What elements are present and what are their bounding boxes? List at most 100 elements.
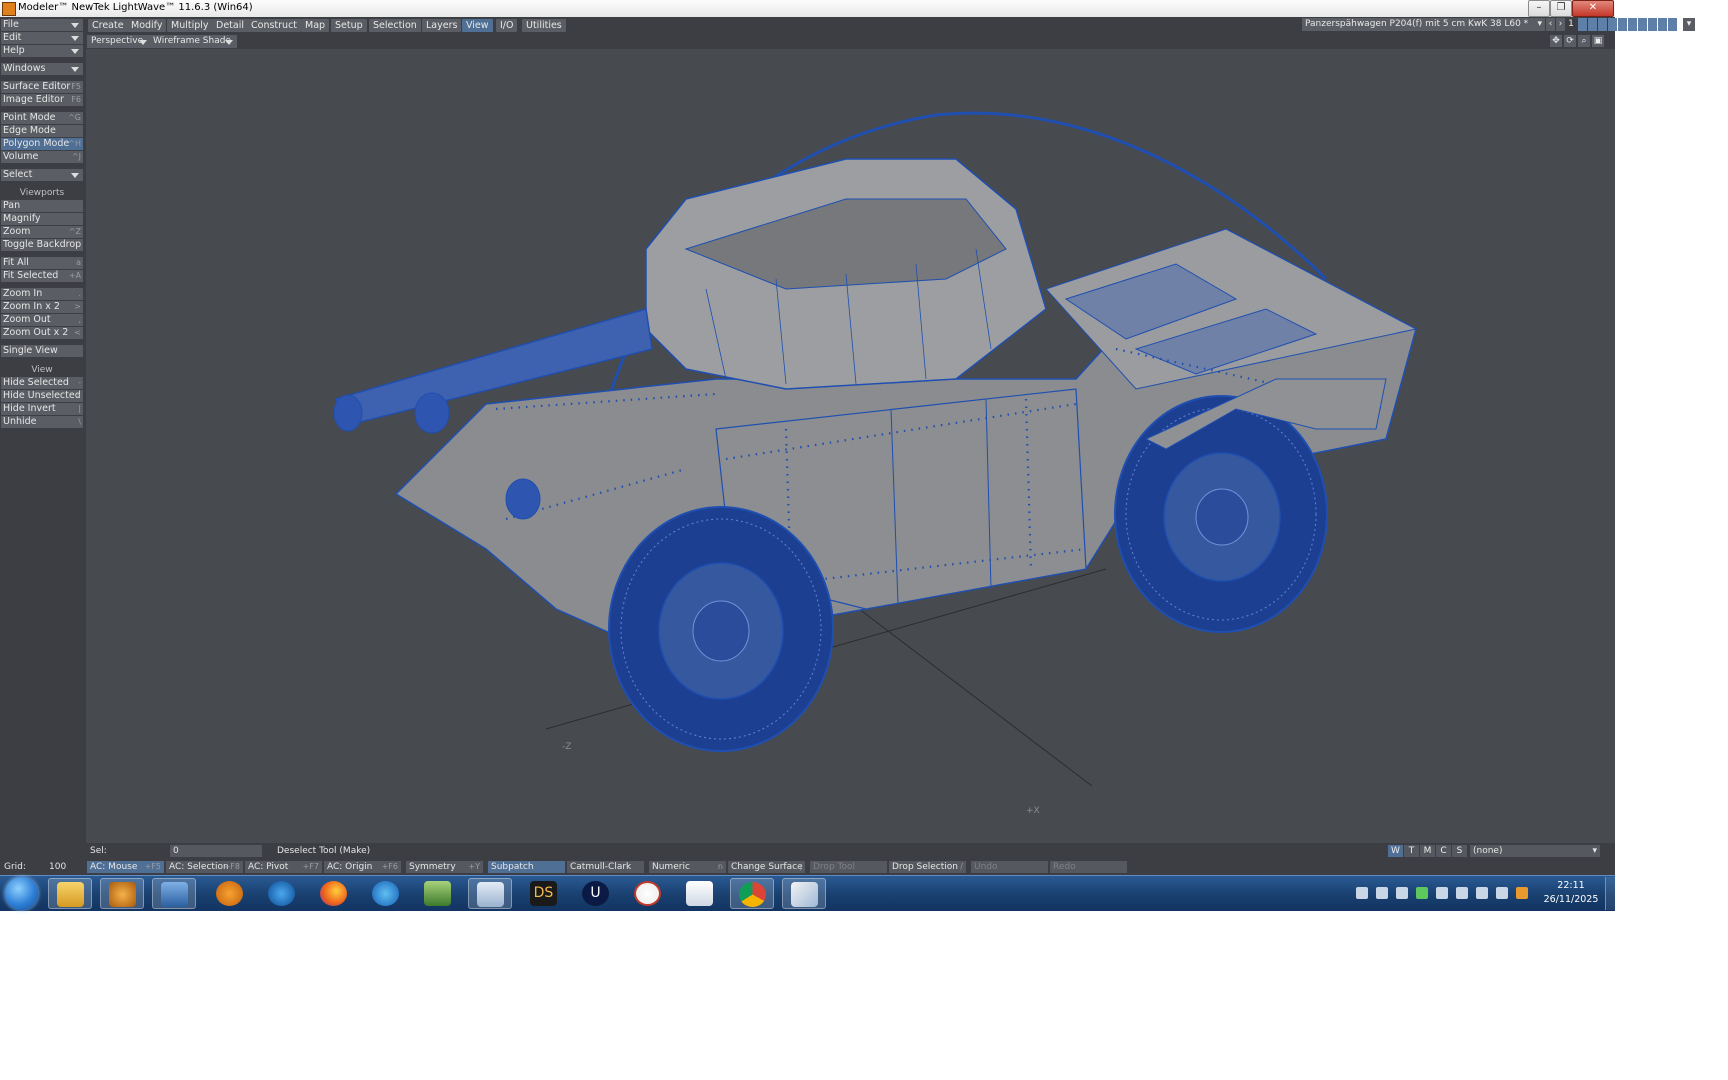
layer-prev-icon[interactable]: ‹ bbox=[1546, 18, 1555, 31]
zoom-view-icon[interactable]: ⌕ bbox=[1578, 35, 1590, 47]
taskbar-u-app[interactable]: U bbox=[574, 878, 618, 909]
help-menu[interactable]: Help bbox=[1, 45, 83, 57]
layer-menu-icon[interactable]: ▾ bbox=[1683, 18, 1695, 31]
file-menu[interactable]: File bbox=[1, 19, 83, 31]
network-status-icon[interactable] bbox=[1476, 887, 1488, 899]
rotate-view-icon[interactable]: ⟳ bbox=[1564, 35, 1576, 47]
taskbar-clock[interactable]: 22:11 26/11/2025 bbox=[1536, 879, 1606, 907]
undo-button[interactable]: Undo bbox=[971, 861, 1048, 873]
object-name-dropdown[interactable]: Panzerspähwagen P204(f) mit 5 cm KwK 38 … bbox=[1302, 18, 1545, 31]
tab-map[interactable]: Map bbox=[301, 19, 330, 32]
layer-next-icon[interactable]: › bbox=[1556, 18, 1565, 31]
layer-slot[interactable] bbox=[1628, 18, 1637, 31]
single-view-button[interactable]: Single View bbox=[1, 345, 83, 357]
layer-slot[interactable] bbox=[1598, 18, 1607, 31]
select-menu[interactable]: Select bbox=[1, 169, 83, 181]
taskbar-daz-bridge[interactable] bbox=[260, 878, 304, 909]
taskbar-blender[interactable] bbox=[208, 878, 252, 909]
layer-slot[interactable] bbox=[1608, 18, 1617, 31]
t-mode-button[interactable]: T bbox=[1404, 845, 1419, 857]
m-mode-button[interactable]: M bbox=[1420, 845, 1435, 857]
layer-slot[interactable] bbox=[1648, 18, 1657, 31]
unhide-button[interactable]: Unhide \ bbox=[1, 416, 83, 428]
tab-setup[interactable]: Setup bbox=[331, 19, 367, 32]
restore-button[interactable]: ❐ bbox=[1550, 0, 1572, 17]
show-desktop-button[interactable] bbox=[1605, 877, 1615, 910]
start-button[interactable] bbox=[5, 877, 38, 910]
tab-layers[interactable]: Layers bbox=[422, 19, 462, 32]
hide-unselected-button[interactable]: Hide Unselected = bbox=[1, 390, 83, 402]
tab-modify[interactable]: Modify bbox=[127, 19, 167, 32]
tray-app-icon[interactable] bbox=[1516, 887, 1528, 899]
image-editor-button[interactable]: Image Editor F6 bbox=[1, 94, 83, 106]
flag-icon[interactable] bbox=[1456, 887, 1468, 899]
ac-selection-button[interactable]: AC: Selection +F8 bbox=[166, 861, 243, 873]
symmetry-button[interactable]: Symmetry +Y bbox=[406, 861, 483, 873]
edit-menu[interactable]: Edit bbox=[1, 32, 83, 44]
magnify-button[interactable]: Magnify bbox=[1, 213, 83, 225]
taskbar-explorer[interactable] bbox=[48, 878, 92, 909]
edge-mode-button[interactable]: Edge Mode bbox=[1, 125, 83, 137]
change-surface-button[interactable]: Change Surface q bbox=[728, 861, 805, 873]
minimize-button[interactable]: – bbox=[1528, 0, 1550, 17]
tab-utilities[interactable]: Utilities bbox=[522, 19, 566, 32]
tray-app-icon[interactable] bbox=[1376, 887, 1388, 899]
taskbar-paint[interactable] bbox=[782, 878, 826, 909]
tab-view[interactable]: View bbox=[462, 19, 493, 32]
zoom-in-button[interactable]: Zoom In. bbox=[1, 288, 83, 300]
tab-construct[interactable]: Construct bbox=[247, 19, 302, 32]
layer-slot[interactable] bbox=[1618, 18, 1627, 31]
ac-pivot-button[interactable]: AC: Pivot +F7 bbox=[245, 861, 322, 873]
zoom-in-x2-button[interactable]: Zoom In x 2 > bbox=[1, 301, 83, 313]
taskbar-ancestry[interactable] bbox=[626, 878, 670, 909]
tab-detail[interactable]: Detail bbox=[212, 19, 248, 32]
drop-selection-button[interactable]: Drop Selection / bbox=[889, 861, 966, 873]
surface-dropdown[interactable]: (none) ▾ bbox=[1470, 845, 1600, 857]
ac-mouse-button[interactable]: AC: Mouse +F5 bbox=[87, 861, 164, 873]
zoom-out-x2-button[interactable]: Zoom Out x 2 < bbox=[1, 327, 83, 339]
taskbar-network-tool[interactable] bbox=[416, 878, 460, 909]
subpatch-button[interactable]: Subpatch bbox=[488, 861, 565, 873]
zoom-button[interactable]: Zoom ^Z bbox=[1, 226, 83, 238]
s-mode-button[interactable]: S bbox=[1452, 845, 1467, 857]
fit-all-button[interactable]: Fit All a bbox=[1, 257, 83, 269]
tab-multiply[interactable]: Multiply bbox=[167, 19, 213, 32]
tab-io[interactable]: I/O bbox=[496, 19, 518, 32]
tab-create[interactable]: Create bbox=[88, 19, 128, 32]
hide-invert-button[interactable]: Hide Invert | bbox=[1, 403, 83, 415]
layer-slot[interactable] bbox=[1588, 18, 1597, 31]
tray-app-icon[interactable] bbox=[1416, 887, 1428, 899]
shading-dropdown[interactable]: Wireframe Shade bbox=[149, 35, 237, 48]
tray-app-icon[interactable] bbox=[1436, 887, 1448, 899]
layer-slot[interactable] bbox=[1668, 18, 1677, 31]
volume-button[interactable]: Volume ^J bbox=[1, 151, 83, 163]
taskbar-chrome[interactable] bbox=[730, 878, 774, 909]
projection-dropdown[interactable]: Perspective bbox=[87, 35, 151, 48]
speaker-icon[interactable] bbox=[1496, 887, 1508, 899]
tab-selection[interactable]: Selection bbox=[369, 19, 421, 32]
numeric-button[interactable]: Numeric n bbox=[649, 861, 726, 873]
layer-slot[interactable] bbox=[1638, 18, 1647, 31]
hide-selected-button[interactable]: Hide Selected - bbox=[1, 377, 83, 389]
catmull-clark-dropdown[interactable]: Catmull-Clark bbox=[567, 861, 644, 873]
toggle-backdrop-button[interactable]: Toggle Backdrop bbox=[1, 239, 83, 251]
close-button[interactable]: ✕ bbox=[1572, 0, 1614, 17]
tray-app-icon[interactable] bbox=[1396, 887, 1408, 899]
taskbar-lightwave-layout[interactable] bbox=[100, 878, 144, 909]
taskbar-daz-studio[interactable]: DS bbox=[522, 878, 566, 909]
windows-menu[interactable]: Windows bbox=[1, 63, 83, 75]
taskbar-lightwave-modeler[interactable] bbox=[152, 878, 196, 909]
polygon-mode-button[interactable]: Polygon Mode ^H bbox=[1, 138, 83, 150]
c-mode-button[interactable]: C bbox=[1436, 845, 1451, 857]
point-mode-button[interactable]: Point Mode ^G bbox=[1, 112, 83, 124]
pan-button[interactable]: Pan bbox=[1, 200, 83, 212]
taskbar-firefox[interactable] bbox=[312, 878, 356, 909]
zoom-out-button[interactable]: Zoom Out, bbox=[1, 314, 83, 326]
perspective-viewport[interactable]: -Z +Z +X bbox=[86, 49, 1615, 843]
drop-tool-button[interactable]: Drop Tool bbox=[810, 861, 887, 873]
taskbar-thunderbird[interactable] bbox=[364, 878, 408, 909]
taskbar-calculator[interactable] bbox=[468, 878, 512, 909]
maximize-view-icon[interactable]: ▣ bbox=[1592, 35, 1604, 47]
redo-button[interactable]: Redo bbox=[1050, 861, 1127, 873]
surface-editor-button[interactable]: Surface Editor F5 bbox=[1, 81, 83, 93]
